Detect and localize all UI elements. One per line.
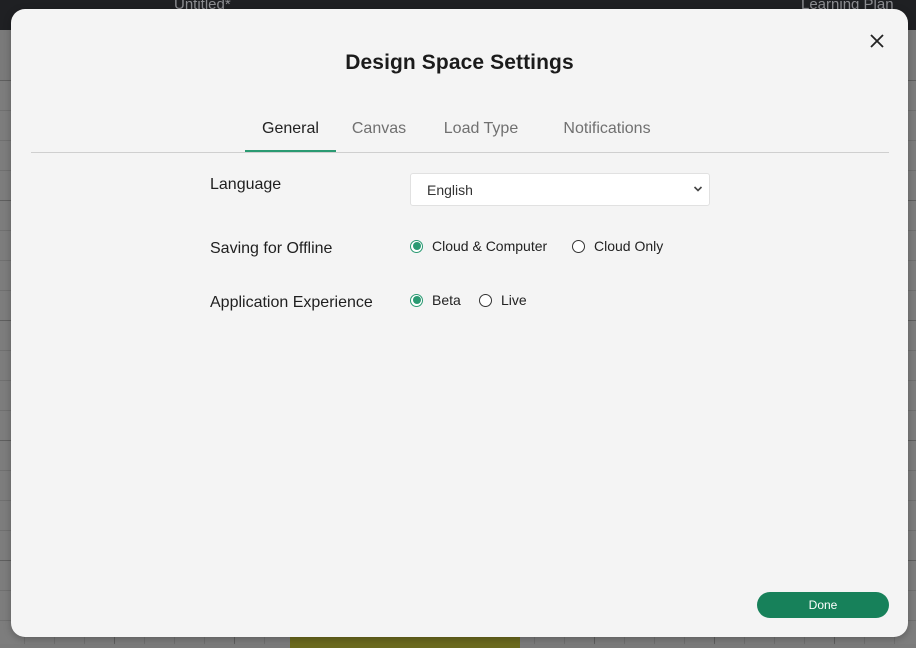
radio-cloud-and-computer[interactable]: Cloud & Computer [410,238,547,254]
settings-modal: Design Space Settings General Canvas Loa… [11,9,908,637]
canvas-design-object [290,636,520,648]
radio-checked-icon [410,239,423,253]
radio-cloud-only[interactable]: Cloud Only [572,238,663,254]
tab-label: Load Type [443,120,519,137]
done-button[interactable]: Done [757,592,889,618]
tab-label: General [262,120,319,137]
modal-title: Design Space Settings [345,51,574,74]
language-select[interactable]: English [410,173,710,206]
radio-label: Live [501,292,527,308]
chevron-down-icon [693,186,703,192]
tab-load-type[interactable]: Load Type [440,115,522,151]
radio-label: Cloud Only [594,238,664,254]
radio-live[interactable]: Live [479,292,527,308]
close-button[interactable] [867,31,887,51]
close-icon [870,34,884,48]
settings-tabs: General Canvas Load Type Notifications [31,115,889,153]
tab-notifications[interactable]: Notifications [557,115,657,151]
radio-unchecked-icon [479,293,492,307]
language-selected-value: English [427,182,473,198]
tab-canvas[interactable]: Canvas [349,115,409,151]
language-label: Language [210,176,282,193]
tab-general[interactable]: General [245,115,336,152]
radio-unchecked-icon [572,239,585,253]
radio-label: Cloud & Computer [432,238,548,254]
radio-beta[interactable]: Beta [410,292,461,308]
radio-checked-icon [410,293,423,307]
tab-label: Canvas [351,120,407,137]
app-experience-label: Application Experience [210,294,373,311]
radio-label: Beta [432,292,461,308]
saving-offline-label: Saving for Offline [210,240,333,257]
tab-label: Notifications [563,120,651,137]
